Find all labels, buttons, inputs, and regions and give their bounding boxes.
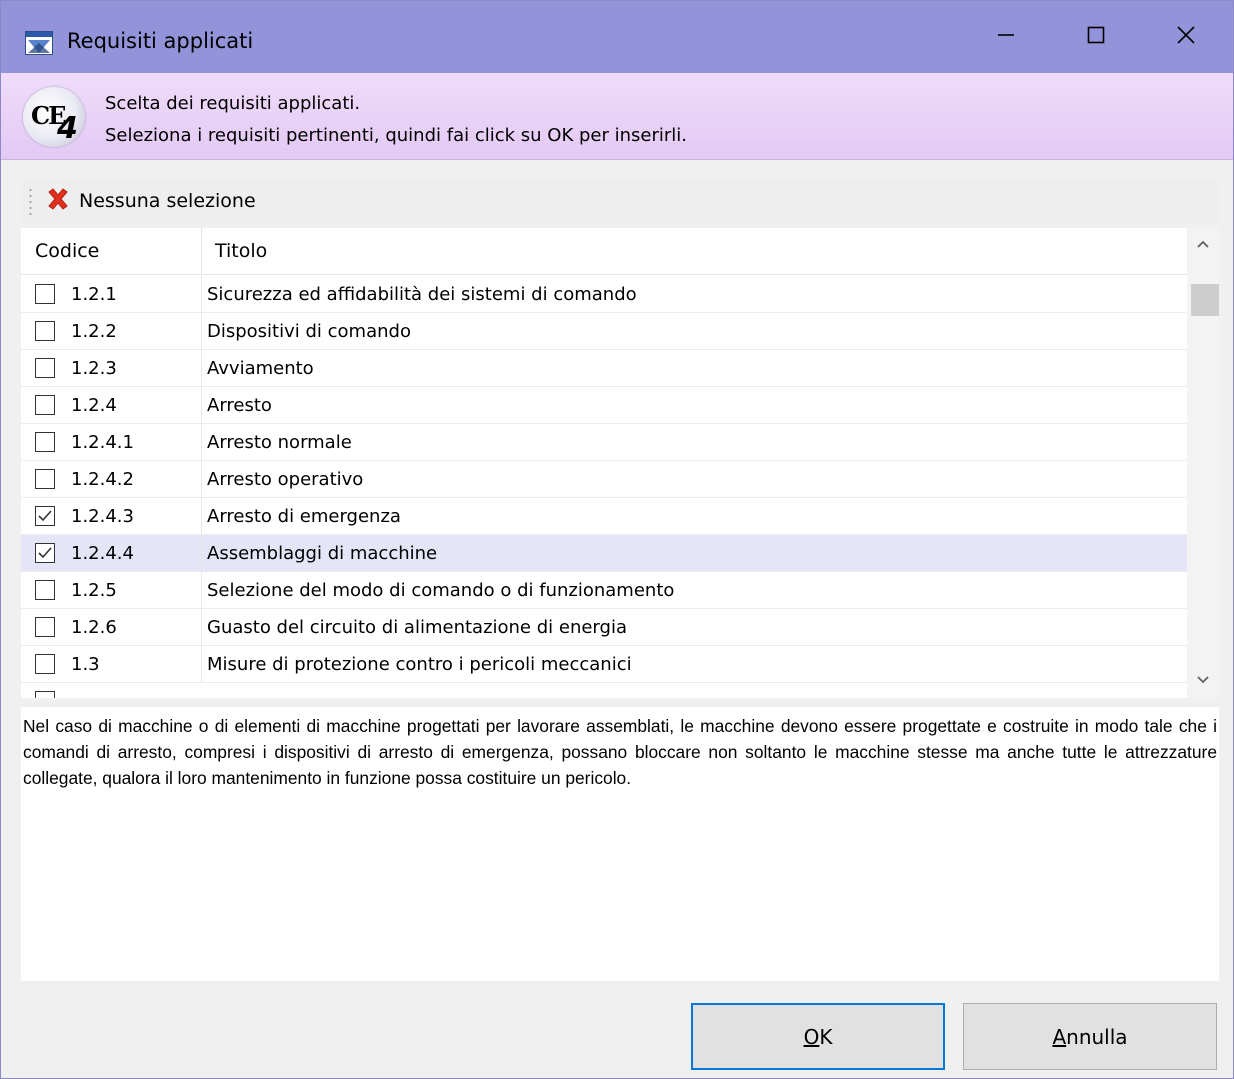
red-x-icon xyxy=(45,186,71,217)
row-column-divider xyxy=(201,276,202,313)
banner-heading: Scelta dei requisiti applicati. xyxy=(105,93,361,114)
toolbar-grip[interactable] xyxy=(29,187,32,215)
clear-selection-label: Nessuna selezione xyxy=(79,190,256,212)
column-header-title[interactable]: Titolo xyxy=(215,240,267,262)
row-code: 1.2.2 xyxy=(71,321,117,342)
row-title: Assemblaggi di macchine xyxy=(207,543,438,564)
cancel-label-rest: nnulla xyxy=(1066,1024,1128,1049)
cancel-mnemonic: A xyxy=(1052,1024,1067,1049)
row-column-divider xyxy=(201,461,202,498)
row-code: 1.2.4.4 xyxy=(71,543,134,564)
row-title: Dispositivi di comando xyxy=(207,321,411,342)
row-title: Misure di protezione contro i pericoli m… xyxy=(207,654,632,675)
row-checkbox[interactable] xyxy=(35,469,55,489)
app-window-icon xyxy=(25,31,53,55)
row-title: Arresto xyxy=(207,395,272,416)
window-title: Requisiti applicati xyxy=(67,29,254,53)
chevron-up-icon xyxy=(1196,236,1210,254)
row-checkbox[interactable] xyxy=(35,617,55,637)
checkmark-icon xyxy=(38,547,52,559)
row-code: 1.2.4.3 xyxy=(71,506,134,527)
row-checkbox[interactable] xyxy=(35,580,55,600)
row-code: 1.2.4.2 xyxy=(71,469,134,490)
dialog-window: Requisiti applicati CE 4 Scelta dei requ… xyxy=(0,0,1234,1079)
row-checkbox[interactable] xyxy=(35,543,55,563)
list-row[interactable]: 1.2.4.4 Assemblaggi di macchine xyxy=(21,535,1187,572)
ok-mnemonic: O xyxy=(803,1024,820,1049)
chevron-down-icon xyxy=(1196,672,1210,690)
row-column-divider xyxy=(201,498,202,535)
row-checkbox[interactable] xyxy=(35,432,55,452)
row-checkbox[interactable] xyxy=(35,358,55,378)
ok-button[interactable]: OK xyxy=(691,1003,945,1070)
row-code: 1.2.3 xyxy=(71,358,117,379)
row-column-divider xyxy=(201,313,202,350)
row-checkbox[interactable] xyxy=(35,654,55,674)
scroll-down-button[interactable] xyxy=(1187,664,1219,698)
row-title: Arresto operativo xyxy=(207,469,364,490)
scroll-up-button[interactable] xyxy=(1187,228,1219,262)
minimize-icon xyxy=(996,25,1016,50)
ce4-logo: CE 4 xyxy=(23,87,85,147)
logo-four-text: 4 xyxy=(57,111,78,146)
row-checkbox[interactable] xyxy=(35,284,55,304)
checkmark-icon xyxy=(38,510,52,522)
row-title: Avviamento xyxy=(207,358,314,379)
list-row[interactable]: 1.2.3 Avviamento xyxy=(21,350,1187,387)
row-title: Arresto di emergenza xyxy=(207,506,401,527)
requirements-list[interactable]: Codice Titolo 1.2.1 Sicurezza ed affidabi… xyxy=(21,228,1219,698)
close-icon xyxy=(1175,24,1197,51)
list-rows: 1.2.1 Sicurezza ed affidabilità dei siste… xyxy=(21,276,1187,698)
close-button[interactable] xyxy=(1141,1,1231,73)
clear-selection-button[interactable]: Nessuna selezione xyxy=(45,183,256,219)
row-title: Sicurezza ed affidabilità dei sistemi di… xyxy=(207,284,637,305)
list-row[interactable]: 1.2.2 Dispositivi di comando xyxy=(21,313,1187,350)
row-column-divider xyxy=(201,350,202,387)
list-row[interactable]: 1.2.4 Arresto xyxy=(21,387,1187,424)
ok-label-rest: K xyxy=(819,1024,833,1049)
scrollbar-thumb[interactable] xyxy=(1191,284,1219,316)
banner-instructions: Seleziona i requisiti pertinenti, quindi… xyxy=(105,125,687,146)
row-column-divider xyxy=(201,572,202,609)
row-column-divider xyxy=(201,646,202,683)
list-row-partial[interactable] xyxy=(21,683,1187,698)
row-title: Selezione del modo di comando o di funzi… xyxy=(207,580,675,601)
list-row[interactable]: 1.3 Misure di protezione contro i pericol… xyxy=(21,646,1187,683)
description-text: Nel caso di macchine o di elementi di ma… xyxy=(23,716,1217,788)
row-column-divider xyxy=(201,424,202,461)
row-title: Arresto normale xyxy=(207,432,352,453)
row-code: 1.2.5 xyxy=(71,580,117,601)
list-row[interactable]: 1.2.5 Selezione del modo di comando o di … xyxy=(21,572,1187,609)
row-column-divider xyxy=(201,535,202,572)
row-checkbox[interactable] xyxy=(35,506,55,526)
list-row[interactable]: 1.2.1 Sicurezza ed affidabilità dei siste… xyxy=(21,276,1187,313)
row-title: Guasto del circuito di alimentazione di … xyxy=(207,617,627,638)
row-column-divider xyxy=(201,387,202,424)
list-row[interactable]: 1.2.6 Guasto del circuito di alimentazion… xyxy=(21,609,1187,646)
toolbar: Nessuna selezione xyxy=(21,179,1219,223)
row-code: 1.2.4.1 xyxy=(71,432,134,453)
vertical-scrollbar[interactable] xyxy=(1187,228,1219,698)
list-row[interactable]: 1.2.4.2 Arresto operativo xyxy=(21,461,1187,498)
row-checkbox[interactable] xyxy=(35,691,55,698)
title-bar[interactable]: Requisiti applicati xyxy=(1,1,1233,73)
row-code: 1.2.1 xyxy=(71,284,117,305)
row-code: 1.2.6 xyxy=(71,617,117,638)
column-divider[interactable] xyxy=(201,228,202,274)
maximize-button[interactable] xyxy=(1051,1,1141,73)
list-row[interactable]: 1.2.4.3 Arresto di emergenza xyxy=(21,498,1187,535)
maximize-icon xyxy=(1086,25,1106,50)
header-banner: CE 4 Scelta dei requisiti applicati. Sel… xyxy=(1,73,1233,160)
list-header: Codice Titolo xyxy=(21,228,1187,275)
requirement-description[interactable]: Nel caso di macchine o di elementi di ma… xyxy=(21,707,1219,981)
list-row[interactable]: 1.2.4.1 Arresto normale xyxy=(21,424,1187,461)
minimize-button[interactable] xyxy=(961,1,1051,73)
column-header-code[interactable]: Codice xyxy=(35,240,99,262)
row-checkbox[interactable] xyxy=(35,395,55,415)
cancel-button[interactable]: Annulla xyxy=(963,1003,1217,1070)
row-code: 1.2.4 xyxy=(71,395,117,416)
row-code: 1.3 xyxy=(71,654,100,675)
row-column-divider xyxy=(201,609,202,646)
row-checkbox[interactable] xyxy=(35,321,55,341)
